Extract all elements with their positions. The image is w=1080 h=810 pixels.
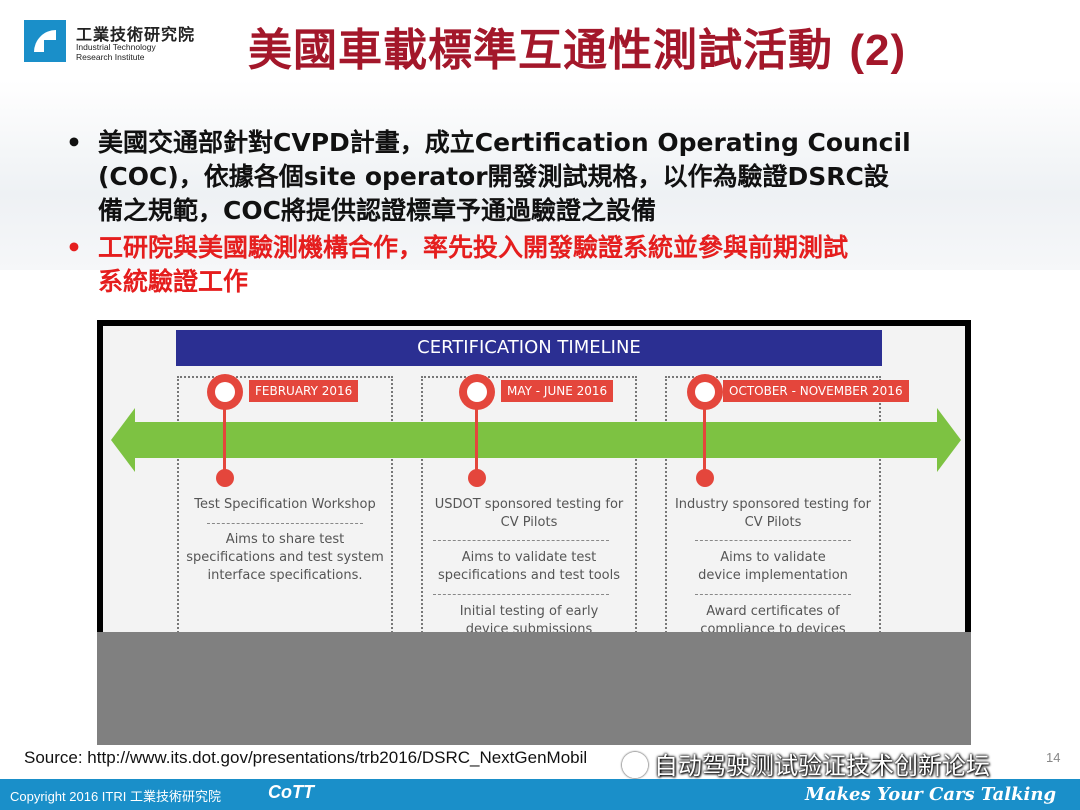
separator (695, 594, 851, 595)
location-pin-icon (207, 374, 243, 410)
column-heading-line: USDOT sponsored testing for (434, 497, 624, 512)
wechat-watermark: 自动驾驶测试验证技术创新论坛 (622, 746, 990, 781)
page-number: 14 (1046, 750, 1061, 765)
slide-title-number: (2) (849, 26, 907, 75)
bullet-line: 系統驗證工作 (98, 267, 249, 296)
tagline: Makes Your Cars Talking (805, 784, 1057, 805)
column-body: Aims to share test specifications and te… (177, 531, 393, 585)
timeline-image: CERTIFICATION TIMELINE FEBRUARY 2016 Tes… (103, 326, 965, 632)
column-heading: USDOT sponsored testing for CV Pilots (421, 496, 637, 532)
bullet-line: 工研院與美國驗測機構合作，率先投入開發驗證系統並參與前期測試 (98, 233, 849, 262)
bullet-dot: • (66, 233, 82, 262)
location-pin-icon (687, 374, 723, 410)
column-heading-line: Industry sponsored testing for (674, 497, 872, 512)
timeline-marker (216, 469, 234, 487)
column-extra-line: compliance to devices (700, 622, 846, 632)
column-heading-line: CV Pilots (744, 515, 802, 530)
timeline-marker (468, 469, 486, 487)
separator (433, 540, 609, 541)
timeline-arrow (111, 408, 961, 472)
column-body-line: Aims to share test (225, 532, 345, 547)
itri-logo (24, 20, 66, 62)
column-heading-line: CV Pilots (500, 515, 558, 530)
pin-stem (475, 406, 478, 476)
date-tab: FEBRUARY 2016 (249, 380, 359, 402)
separator (695, 540, 851, 541)
watermark-text: 自动驾驶测试验证技术创新论坛 (654, 752, 990, 780)
column-heading-line: Test Specification Workshop (194, 497, 376, 512)
column-extra-line: Award certificates of (706, 604, 840, 619)
timeline-title: CERTIFICATION TIMELINE (176, 330, 882, 366)
column-body-line: specifications and test tools (438, 568, 620, 583)
bullet-list: • 美國交通部針對CVPD計畫，成立Certification Operatin… (64, 126, 1064, 299)
redacted-area (97, 632, 971, 745)
timeline-marker (696, 469, 714, 487)
date-tab: OCTOBER - NOVEMBER 2016 (723, 380, 909, 402)
source-citation: Source: http://www.its.dot.gov/presentat… (24, 748, 588, 767)
wechat-icon (622, 752, 648, 778)
bullet-item-itri: • 工研院與美國驗測機構合作，率先投入開發驗證系統並參與前期測試 系統驗證工作 (64, 231, 1064, 299)
bullet-item-coc: • 美國交通部針對CVPD計畫，成立Certification Operatin… (64, 126, 1064, 228)
column-body-line: device implementation (698, 568, 848, 583)
column-extra-line: Initial testing of early (459, 604, 599, 619)
org-name-en-line1: Industrial Technology (76, 42, 156, 52)
separator (433, 594, 609, 595)
org-name-en-line2: Research Institute (76, 52, 145, 62)
bullet-line: (COC)，依據各個site operator開發測試規格，以作為驗證DSRC設 (98, 162, 889, 191)
copyright-text: Copyright 2016 ITRI 工業技術研究院 (10, 789, 221, 804)
location-pin-icon (459, 374, 495, 410)
column-body-line: Aims to validate (720, 550, 826, 565)
column-body-line: Aims to validate test (461, 550, 597, 565)
cott-logo: CoTT (268, 782, 314, 802)
column-body-line: specifications and test system (186, 550, 384, 565)
separator (207, 523, 363, 524)
org-name-en: Industrial Technology Research Institute (76, 42, 156, 62)
certification-timeline-figure: CERTIFICATION TIMELINE FEBRUARY 2016 Tes… (97, 320, 971, 745)
slide-title: 美國車載標準互通性測試活動 (2) (248, 14, 906, 78)
column-body: Aims to validate device implementation (665, 549, 881, 585)
pin-stem (703, 406, 706, 476)
column-body-line: interface specifications. (207, 568, 363, 583)
column-extra: Award certificates of compliance to devi… (665, 603, 881, 632)
bullet-line: 美國交通部針對CVPD計畫，成立Certification Operating … (98, 128, 911, 157)
date-tab: MAY - JUNE 2016 (501, 380, 614, 402)
column-body: Aims to validate test specifications and… (421, 549, 637, 585)
column-extra: Initial testing of early device submissi… (421, 603, 637, 632)
column-heading: Industry sponsored testing for CV Pilots (665, 496, 881, 532)
column-extra-line: device submissions (465, 622, 593, 632)
column-heading: Test Specification Workshop (177, 496, 393, 514)
bullet-dot: • (66, 128, 82, 157)
slide-title-text: 美國車載標準互通性測試活動 (248, 25, 833, 76)
pin-stem (223, 406, 226, 476)
bullet-line: 備之規範，COC將提供認證標章予通過驗證之設備 (98, 196, 656, 225)
